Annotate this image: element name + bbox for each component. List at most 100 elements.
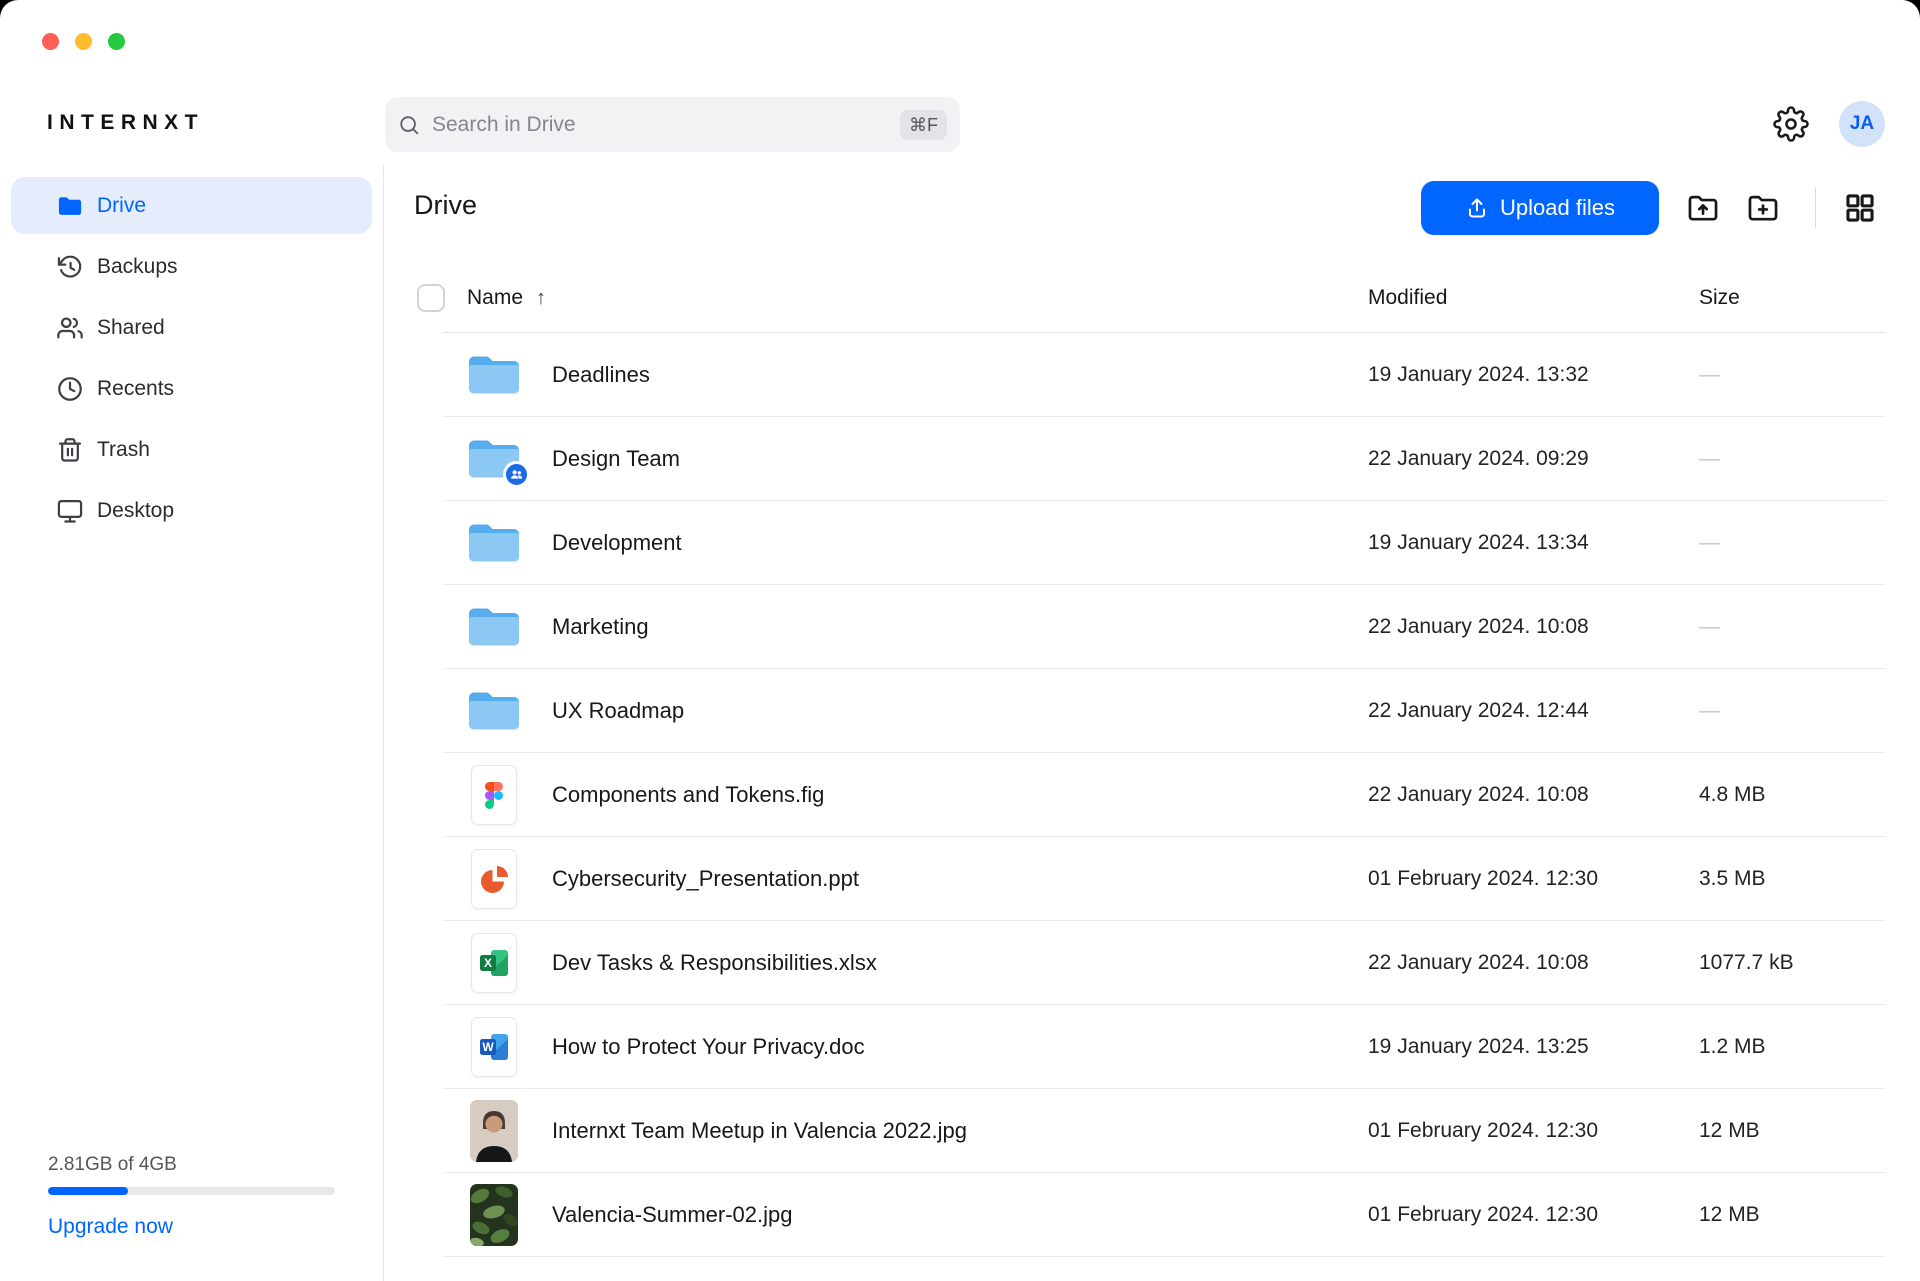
- select-all-checkbox[interactable]: [417, 284, 445, 312]
- file-size: —: [1699, 531, 1720, 555]
- file-name: Components and Tokens.fig: [552, 782, 824, 808]
- grid-view-icon: [1843, 191, 1877, 225]
- upload-files-button[interactable]: Upload files: [1421, 181, 1659, 235]
- file-name: Development: [552, 530, 682, 556]
- photo-thumbnail: [470, 1184, 518, 1246]
- storage-progress-fill: [48, 1187, 128, 1195]
- shared-folder-badge: [503, 461, 530, 488]
- folder-icon: [467, 521, 521, 565]
- file-name: Dev Tasks & Responsibilities.xlsx: [552, 950, 877, 976]
- toolbar-divider: [1815, 187, 1816, 228]
- sidebar-item-label: Recents: [97, 377, 174, 401]
- sidebar-item-recents[interactable]: Recents: [11, 360, 372, 417]
- sidebar-item-label: Drive: [97, 194, 146, 218]
- file-modified: 22 January 2024. 12:44: [1368, 699, 1589, 723]
- column-header-modified[interactable]: Modified: [1368, 286, 1447, 310]
- window-controls: [42, 33, 125, 50]
- excel-file-icon: [471, 933, 517, 993]
- search-placeholder: Search in Drive: [432, 113, 900, 137]
- storage-widget: 2.81GB of 4GB Upgrade now: [48, 1154, 335, 1239]
- upgrade-now-link[interactable]: Upgrade now: [48, 1215, 335, 1239]
- file-size: 1.2 MB: [1699, 1035, 1766, 1059]
- photo-thumbnail: [470, 1100, 518, 1162]
- file-modified: 22 January 2024. 09:29: [1368, 447, 1589, 471]
- file-name: UX Roadmap: [552, 698, 684, 724]
- file-modified: 01 February 2024. 12:30: [1368, 1203, 1598, 1227]
- file-size: 4.8 MB: [1699, 783, 1766, 807]
- search-icon: [398, 114, 420, 136]
- sidebar-item-label: Desktop: [97, 499, 174, 523]
- powerpoint-file-icon: [471, 849, 517, 909]
- close-window-button[interactable]: [42, 33, 59, 50]
- sidebar-item-label: Trash: [97, 438, 150, 462]
- clock-icon: [55, 374, 84, 403]
- zoom-window-button[interactable]: [108, 33, 125, 50]
- desktop-icon: [55, 496, 84, 525]
- file-name: Deadlines: [552, 362, 650, 388]
- column-header-name[interactable]: Name ↑: [467, 286, 546, 310]
- file-modified: 01 February 2024. 12:30: [1368, 1119, 1598, 1143]
- column-header-size[interactable]: Size: [1699, 286, 1740, 310]
- file-row[interactable]: How to Protect Your Privacy.doc 19 Janua…: [383, 1005, 1920, 1089]
- file-row[interactable]: UX Roadmap 22 January 2024. 12:44 —: [383, 669, 1920, 753]
- folder-icon: [55, 191, 84, 220]
- sidebar-item-shared[interactable]: Shared: [11, 299, 372, 356]
- file-modified: 22 January 2024. 10:08: [1368, 783, 1589, 807]
- file-name: Design Team: [552, 446, 680, 472]
- folder-plus-icon: [1746, 191, 1780, 225]
- sidebar-item-backups[interactable]: Backups: [11, 238, 372, 295]
- folder-icon: [467, 689, 521, 733]
- sidebar-item-drive[interactable]: Drive: [11, 177, 372, 234]
- file-size: —: [1699, 699, 1720, 723]
- file-row[interactable]: Development 19 January 2024. 13:34 —: [383, 501, 1920, 585]
- settings-button[interactable]: [1770, 103, 1812, 145]
- storage-usage-text: 2.81GB of 4GB: [48, 1154, 335, 1176]
- sort-ascending-icon: ↑: [536, 287, 546, 310]
- file-row[interactable]: Marketing 22 January 2024. 10:08 —: [383, 585, 1920, 669]
- file-name: Cybersecurity_Presentation.ppt: [552, 866, 859, 892]
- file-modified: 19 January 2024. 13:25: [1368, 1035, 1589, 1059]
- file-list: Deadlines 19 January 2024. 13:32 — Desig…: [383, 333, 1920, 1257]
- sidebar-item-trash[interactable]: Trash: [11, 421, 372, 478]
- file-row[interactable]: Design Team 22 January 2024. 09:29 —: [383, 417, 1920, 501]
- app-window: INTERNXT Search in Drive ⌘F JA Drive Bac…: [0, 0, 1920, 1281]
- file-row[interactable]: Components and Tokens.fig 22 January 202…: [383, 753, 1920, 837]
- page-title: Drive: [414, 190, 477, 221]
- upload-icon: [1465, 196, 1489, 220]
- sidebar: Drive Backups Shared Recents Trash Deskt…: [0, 165, 383, 1281]
- search-shortcut-badge: ⌘F: [900, 110, 947, 140]
- upload-folder-button[interactable]: [1684, 189, 1722, 227]
- file-row[interactable]: Valencia-Summer-02.jpg 01 February 2024.…: [383, 1173, 1920, 1257]
- folder-icon: [467, 605, 521, 649]
- grid-view-button[interactable]: [1841, 189, 1879, 227]
- minimize-window-button[interactable]: [75, 33, 92, 50]
- file-modified: 19 January 2024. 13:34: [1368, 531, 1589, 555]
- file-size: 1077.7 kB: [1699, 951, 1794, 975]
- file-size: —: [1699, 447, 1720, 471]
- search-input[interactable]: Search in Drive ⌘F: [385, 97, 960, 152]
- trash-icon: [55, 435, 84, 464]
- sidebar-item-label: Backups: [97, 255, 178, 279]
- file-row[interactable]: Dev Tasks & Responsibilities.xlsx 22 Jan…: [383, 921, 1920, 1005]
- file-size: —: [1699, 615, 1720, 639]
- file-row[interactable]: Internxt Team Meetup in Valencia 2022.jp…: [383, 1089, 1920, 1173]
- file-modified: 22 January 2024. 10:08: [1368, 615, 1589, 639]
- internxt-logo: INTERNXT: [47, 111, 204, 135]
- file-modified: 19 January 2024. 13:32: [1368, 363, 1589, 387]
- column-name-label: Name: [467, 286, 523, 310]
- file-row[interactable]: Cybersecurity_Presentation.ppt 01 Februa…: [383, 837, 1920, 921]
- sidebar-item-desktop[interactable]: Desktop: [11, 482, 372, 539]
- file-name: Marketing: [552, 614, 649, 640]
- avatar[interactable]: JA: [1839, 101, 1885, 147]
- storage-progress-bar: [48, 1187, 335, 1195]
- table-header: Name ↑ Modified Size: [383, 263, 1920, 333]
- upload-files-label: Upload files: [1500, 195, 1615, 221]
- file-row[interactable]: Deadlines 19 January 2024. 13:32 —: [383, 333, 1920, 417]
- word-file-icon: [471, 1017, 517, 1077]
- file-size: 3.5 MB: [1699, 867, 1766, 891]
- file-size: 12 MB: [1699, 1203, 1760, 1227]
- new-folder-button[interactable]: [1744, 189, 1782, 227]
- file-size: 12 MB: [1699, 1119, 1760, 1143]
- file-size: —: [1699, 363, 1720, 387]
- file-name: How to Protect Your Privacy.doc: [552, 1034, 865, 1060]
